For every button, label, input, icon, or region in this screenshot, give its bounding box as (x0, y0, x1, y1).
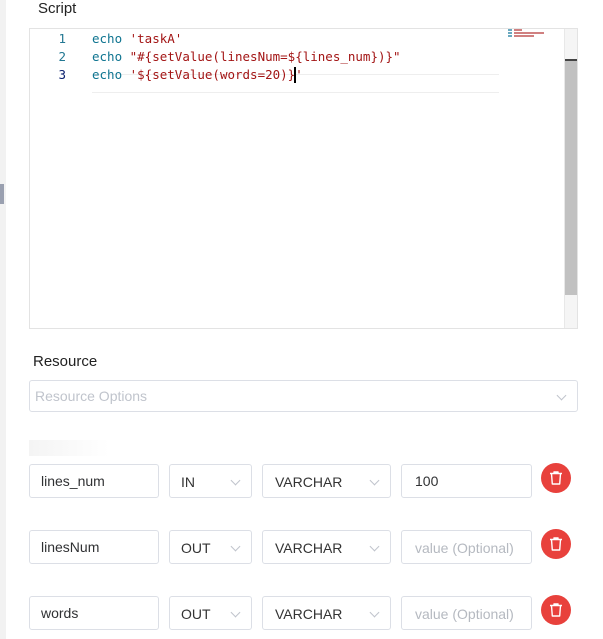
param-prop-value: lines_num (41, 473, 105, 489)
code-string: "#{setValue(linesNum=${lines_num})}" (122, 49, 401, 64)
param-value-input[interactable]: value (Optional) (401, 596, 532, 630)
param-direct-value: OUT (181, 606, 211, 622)
script-editor[interactable]: 1 2 3 echo 'taskA' echo "#{setValue(line… (29, 28, 578, 329)
delete-param-button[interactable] (541, 463, 571, 493)
chevron-down-icon (369, 475, 380, 486)
line-number: 1 (58, 31, 66, 46)
param-value-placeholder: value (Optional) (415, 540, 514, 556)
param-prop-value: linesNum (41, 539, 100, 555)
delete-param-button[interactable] (541, 529, 571, 559)
resource-select-placeholder: Resource Options (35, 388, 148, 404)
left-panel-edge (0, 0, 6, 639)
editor-minimap[interactable] (506, 29, 564, 37)
code-keyword: echo (92, 31, 123, 46)
param-type-select[interactable]: VARCHAR (262, 464, 391, 498)
param-prop-input[interactable]: lines_num (29, 464, 159, 498)
editor-scrollbar[interactable] (564, 29, 577, 328)
param-prop-value: words (41, 605, 79, 621)
scrollbar-thumb[interactable] (565, 59, 577, 295)
scrollbar-cursor-marker (565, 59, 577, 61)
param-type-select[interactable]: VARCHAR (262, 530, 391, 564)
param-value-placeholder: value (Optional) (415, 606, 514, 622)
code-string: 'taskA' (122, 31, 183, 46)
trash-icon (550, 537, 562, 551)
delete-param-button[interactable] (541, 595, 571, 625)
chevron-down-icon (230, 541, 241, 552)
param-type-select[interactable]: VARCHAR (262, 596, 391, 630)
param-direct-select[interactable]: IN (169, 464, 252, 498)
param-type-value: VARCHAR (275, 606, 343, 622)
code-line[interactable]: echo '${setValue(words=20)}' (92, 67, 303, 82)
param-direct-value: IN (181, 474, 195, 490)
code-line[interactable]: echo "#{setValue(linesNum=${lines_num})}… (92, 49, 401, 64)
chevron-down-icon (230, 607, 241, 618)
param-prop-input[interactable]: linesNum (29, 530, 159, 564)
param-direct-value: OUT (181, 540, 211, 556)
resource-select[interactable]: Resource Options (29, 380, 578, 412)
param-value-input[interactable]: value (Optional) (401, 530, 532, 564)
chevron-down-icon (556, 390, 567, 401)
resource-label: Resource (33, 353, 98, 370)
param-type-value: VARCHAR (275, 540, 343, 556)
param-direct-select[interactable]: OUT (169, 596, 252, 630)
chevron-down-icon (369, 541, 380, 552)
line-number: 3 (58, 67, 66, 82)
param-value-input[interactable]: 100 (401, 464, 532, 498)
custom-params-label-placeholder (29, 440, 109, 456)
line-number: 2 (58, 49, 66, 64)
param-value-text: 100 (415, 473, 439, 489)
script-label: Script (38, 0, 77, 17)
code-keyword: echo (92, 67, 123, 82)
chevron-down-icon (369, 607, 380, 618)
chevron-down-icon (230, 475, 241, 486)
code-string: '${setValue(words=20)}' (122, 67, 303, 82)
code-keyword: echo (92, 49, 123, 64)
param-direct-select[interactable]: OUT (169, 530, 252, 564)
param-prop-input[interactable]: words (29, 596, 159, 630)
panel-handle[interactable] (0, 184, 4, 204)
text-cursor (294, 67, 296, 83)
code-line[interactable]: echo 'taskA' (92, 31, 182, 46)
trash-icon (550, 603, 562, 617)
trash-icon (550, 471, 562, 485)
param-type-value: VARCHAR (275, 474, 343, 490)
